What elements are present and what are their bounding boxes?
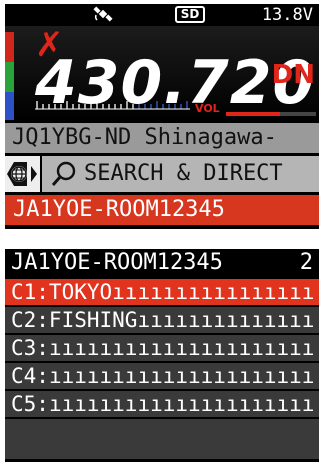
list-item-label: C3: — [11, 336, 49, 360]
s-meter — [35, 101, 190, 110]
battery-voltage: 13.8V — [261, 5, 313, 25]
list-item[interactable]: C5:ııııııııııııııııııııı — [5, 391, 319, 417]
band-indicator-blue — [5, 92, 14, 120]
satellite-icon — [93, 6, 113, 22]
search-icon — [51, 161, 76, 186]
list-item-label: C5: — [11, 392, 49, 416]
node-callsign-row[interactable]: JQ1YBG-ND Shinagawa- — [5, 123, 319, 153]
volume-bar[interactable] — [226, 112, 316, 116]
list-item-padding: ııııııııııııııııııııı — [48, 392, 315, 416]
list-item-padding: ııııııııııııııııııııı — [48, 364, 315, 388]
status-bar: SD 13.8V — [5, 4, 319, 26]
list-item[interactable]: C1:TOKYOıııııııııııııııı — [5, 279, 319, 305]
list-item[interactable]: C2:FISHINGıııııııııııııı — [5, 307, 319, 333]
main-display: SD 13.8V ✗ 430.720 DN VOL JQ1YBG-ND Shin… — [5, 4, 319, 229]
list-item-label: C4: — [11, 364, 49, 388]
mode-indicator: DN — [271, 60, 315, 90]
list-title: JA1YOE-ROOM12345 — [11, 250, 223, 275]
list-item-padding: ııııııııııııııııııııı — [48, 336, 315, 360]
search-direct-label: SEARCH & DIRECT — [84, 161, 283, 186]
list-count: 2 — [299, 250, 313, 275]
list-item-empty[interactable] — [5, 419, 319, 459]
list-item-label: C1:TOKYO — [11, 280, 113, 304]
globe-icon — [7, 162, 37, 186]
vol-label: VOL — [195, 102, 220, 115]
list-item-padding: ıııııııııııııı — [137, 308, 315, 332]
sd-card-badge: SD — [175, 6, 205, 23]
band-indicator-red — [5, 32, 14, 62]
active-room-bar[interactable]: JA1YOE-ROOM12345 — [5, 195, 319, 225]
wires-globe-button[interactable] — [5, 156, 40, 192]
list-item-padding: ıııııııııııııııı — [112, 280, 315, 304]
list-item[interactable]: C3:ııııııııııııııııııııı — [5, 335, 319, 361]
list-item-label: C2:FISHING — [11, 308, 138, 332]
list-header: JA1YOE-ROOM12345 2 — [5, 249, 319, 277]
search-row: SEARCH & DIRECT — [5, 156, 319, 192]
band-indicator-green — [5, 62, 14, 92]
frequency-area[interactable]: ✗ 430.720 DN VOL — [5, 26, 319, 120]
volume-fill — [226, 112, 280, 116]
search-direct-button[interactable]: SEARCH & DIRECT — [42, 156, 319, 192]
list-item[interactable]: C4:ııııııııııııııııııııı — [5, 363, 319, 389]
room-list-panel: JA1YOE-ROOM12345 2 C1:TOKYOııııııııııııı… — [5, 249, 319, 462]
